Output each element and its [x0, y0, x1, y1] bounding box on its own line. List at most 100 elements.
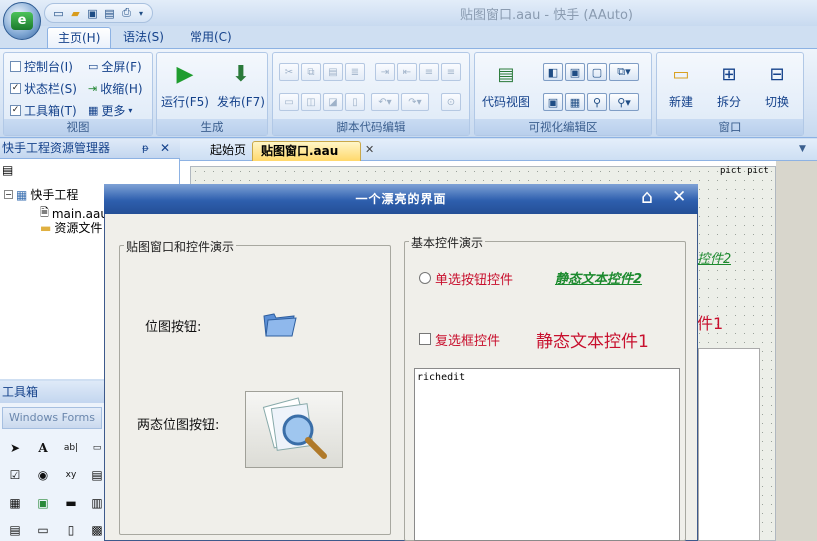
ribbon-tab-row: 主页(H) 语法(S) 常用(C)	[0, 26, 817, 48]
find-icon[interactable]: ◫	[301, 93, 321, 111]
new-file-icon[interactable]: ▭	[51, 6, 66, 20]
collapse-icon: ⇥	[88, 81, 98, 95]
more-button[interactable]: ▦ 更多 ▾	[88, 101, 132, 119]
collapse-icon[interactable]: −	[4, 190, 13, 199]
code-view-button[interactable]: ▤ 代码视图	[477, 59, 535, 110]
tree-node-resources[interactable]: ▬ 资源文件	[40, 219, 102, 236]
save-all-icon[interactable]: ▤	[102, 6, 117, 20]
richedit-box[interactable]: richedit	[414, 368, 680, 541]
same-size-icon[interactable]: ▢	[587, 63, 607, 81]
undo-icon[interactable]: ↶▾	[371, 93, 399, 111]
redo-icon[interactable]: ↷▾	[401, 93, 429, 111]
bitmap-button-label: 位图按钮:	[145, 320, 202, 335]
align-center-icon[interactable]: ▣	[565, 63, 585, 81]
listbox-tool-icon[interactable]: xy	[62, 466, 80, 484]
app-orb-button[interactable]: e	[3, 2, 41, 40]
tab-tool-icon[interactable]: ▯	[62, 521, 80, 539]
pointer-tool-icon[interactable]: ➤	[6, 439, 24, 457]
grid-icon[interactable]: ▦	[565, 93, 585, 111]
ribbon-group-visual-edit: ▤ 代码视图 ◧ ▣ ▢ ⧉▾ ▣ ▦ ⚲ ⚲▾ 可视化编辑区	[474, 52, 652, 136]
select-icon[interactable]: ▭	[279, 93, 299, 111]
pin-icon[interactable]: ⚲	[587, 93, 607, 111]
dropdown-icon: ▾	[128, 105, 133, 115]
save-icon[interactable]: ▣	[85, 6, 100, 20]
toolbox-toggle[interactable]: ✓ 工具箱(T)	[10, 101, 77, 119]
new-window-button[interactable]: ▭ 新建	[657, 59, 705, 110]
label-tool-icon[interactable]: A	[34, 439, 52, 457]
indent-icon[interactable]: ⇥	[375, 63, 395, 81]
checkbox[interactable]	[419, 333, 431, 345]
two-state-button-label: 两态位图按钮:	[137, 418, 220, 433]
print-icon[interactable]: ⎙	[119, 6, 134, 20]
pin-icon[interactable]: ᵽ	[142, 139, 149, 158]
format-icon[interactable]: ≣	[345, 63, 365, 81]
close-icon[interactable]: ✕	[160, 139, 170, 158]
project-icon: ▦	[16, 187, 28, 202]
run-button[interactable]: ▶ 运行(F5)	[159, 59, 211, 110]
group-label: 脚本代码编辑	[273, 119, 469, 135]
static-text-1: 静态文本控件1	[536, 332, 649, 352]
uncomment-icon[interactable]: ≡	[441, 63, 461, 81]
layout-icon[interactable]: ⧉▾	[609, 63, 639, 81]
dropdown-icon[interactable]: ▾	[136, 6, 146, 20]
groupbox-tool-icon[interactable]: ▦	[6, 494, 24, 512]
open-folder-icon[interactable]: ▰	[68, 6, 83, 20]
fullscreen-button[interactable]: ▭ 全屏(F)	[88, 57, 142, 75]
collapse-button[interactable]: ⇥ 收缩(H)	[88, 79, 143, 97]
checkbox-icon	[10, 60, 21, 72]
progress-tool-icon[interactable]: ▬	[62, 494, 80, 512]
align-left-icon[interactable]: ◧	[543, 63, 563, 81]
ribbon: 控制台(I) ✓ 状态栏(S) ✓ 工具箱(T) ▭ 全屏(F) ⇥ 收缩(H) ▦ 更多…	[0, 48, 817, 138]
canvas-static-text-1: 件1	[697, 314, 724, 333]
statusbar-toggle[interactable]: ✓ 状态栏(S)	[10, 79, 77, 97]
publish-button[interactable]: ⬇ 发布(F7)	[215, 59, 267, 110]
binoculars-icon[interactable]: ⊙	[441, 93, 461, 111]
switch-button[interactable]: ⊟ 切换	[753, 59, 801, 110]
switch-icon: ⊟	[769, 63, 785, 85]
cut-icon[interactable]: ✂	[279, 63, 299, 81]
picture-tool-icon[interactable]: ▣	[34, 494, 52, 512]
pin-dropdown-icon[interactable]: ⚲▾	[609, 93, 639, 111]
group-label: 视图	[4, 119, 152, 135]
left-groupbox	[119, 245, 391, 535]
more-icon: ▦	[88, 103, 99, 117]
home-icon[interactable]: ⌂	[641, 186, 653, 208]
replace-icon[interactable]: ◪	[323, 93, 343, 111]
close-tab-icon[interactable]: ✕	[365, 143, 374, 156]
bookmark-icon[interactable]: ▯	[345, 93, 365, 111]
tab-syntax[interactable]: 语法(S)	[113, 27, 174, 48]
list-tool-icon[interactable]: ▭	[34, 521, 52, 539]
tree-tool-icon[interactable]: ▤	[6, 521, 24, 539]
document-tab-bar: 起始页 贴图窗口.aau ✕ ▼	[180, 139, 817, 161]
comment-icon[interactable]: ≡	[419, 63, 439, 81]
richedit-text: richedit	[417, 372, 466, 383]
checkbox-checked-icon: ✓	[10, 104, 21, 116]
split-button[interactable]: ⊞ 拆分	[705, 59, 753, 110]
copy-icon[interactable]: ⧉	[301, 63, 321, 81]
console-toggle[interactable]: 控制台(I)	[10, 57, 73, 75]
two-state-bitmap-button[interactable]	[245, 391, 343, 468]
magnifier-icon	[262, 397, 327, 459]
tab-list-dropdown-icon[interactable]: ▼	[799, 144, 806, 154]
bitmap-button[interactable]	[262, 310, 298, 338]
checkbox-tool-icon[interactable]: ☑	[6, 466, 24, 484]
tab-common[interactable]: 常用(C)	[180, 27, 242, 48]
outdent-icon[interactable]: ⇤	[397, 63, 417, 81]
toolbox-header: 工具箱	[0, 381, 104, 403]
app-orb-icon: e	[11, 12, 33, 30]
close-icon[interactable]: ✕	[672, 187, 686, 207]
tab-home[interactable]: 主页(H)	[47, 27, 112, 48]
tab-start-page[interactable]: 起始页	[202, 141, 254, 161]
quick-access-toolbar: ▭ ▰ ▣ ▤ ⎙ ▾	[44, 3, 153, 23]
radio-button[interactable]	[419, 272, 431, 284]
tab-active-document[interactable]: 贴图窗口.aau	[252, 141, 362, 161]
radio-tool-icon[interactable]: ◉	[34, 466, 52, 484]
toolbox-category[interactable]: Windows Forms	[2, 407, 102, 429]
frame-icon[interactable]: ▣	[543, 93, 563, 111]
resource-manager-header: 快手工程资源管理器 ᵽ ✕	[0, 139, 180, 159]
tree-node-project[interactable]: − ▦ 快手工程	[4, 186, 78, 203]
checkbox-label: 复选框控件	[435, 334, 501, 349]
refresh-icon[interactable]: ▤	[2, 163, 13, 177]
textbox-tool-icon[interactable]: ab|	[62, 439, 80, 457]
paste-icon[interactable]: ▤	[323, 63, 343, 81]
